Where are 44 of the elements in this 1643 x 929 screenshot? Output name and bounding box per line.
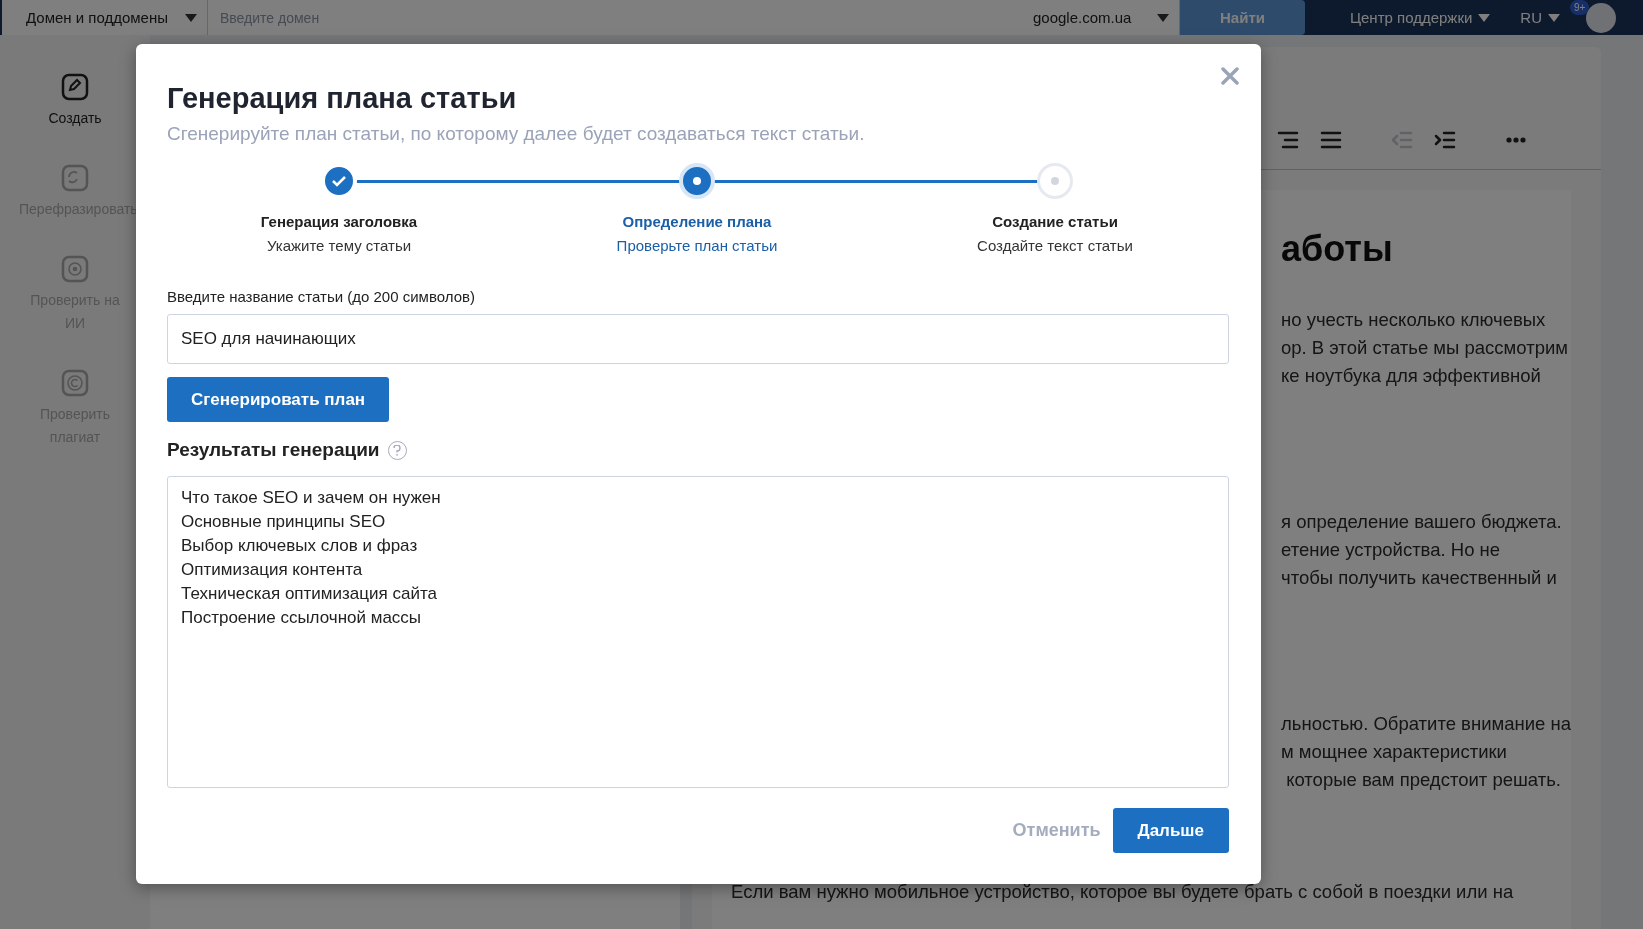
- paragraph-line: Если вам нужно мобильное устройство, которое вы будете брать с собой в поездки или на: [731, 880, 1515, 904]
- step-title: Определение плана: [622, 213, 772, 230]
- paragraph-line: которые вам предстоит решать.: [1285, 768, 1562, 792]
- step-hint: Создайте текст статьи: [977, 237, 1133, 254]
- section-title: Результаты генерации: [167, 439, 380, 461]
- dialog-title: Генерация плана статьи: [167, 82, 518, 115]
- step-hint: Укажите тему статьи: [266, 237, 412, 254]
- step-hint: Проверьте план статьи: [616, 237, 778, 254]
- close-button[interactable]: [1219, 66, 1241, 88]
- paragraph-line: ор. В этой статье мы рассмотрим: [1281, 336, 1569, 360]
- copyright-icon: [61, 369, 89, 397]
- scope-select[interactable]: Домен и поддомены: [2, 0, 208, 35]
- paragraph-line: етение устройства. Но не: [1281, 538, 1502, 562]
- language-menu[interactable]: RU: [1520, 9, 1560, 26]
- notification-badge: 9+: [1570, 0, 1590, 15]
- step-title: Создание статьи: [992, 213, 1118, 230]
- step-title: Генерация заголовка: [260, 213, 418, 230]
- domain-field[interactable]: Введите домен: [208, 0, 1024, 35]
- more-icon: [1506, 137, 1526, 143]
- avatar[interactable]: [1586, 2, 1616, 33]
- caret-icon: [1157, 13, 1169, 22]
- paragraph-line: м мощнее характеристики: [1281, 740, 1508, 764]
- paragraph-line: я определение вашего бюджета.: [1281, 510, 1563, 534]
- caret-icon: [1478, 13, 1491, 22]
- engine-select[interactable]: google.com.ua: [1024, 0, 1180, 35]
- refresh-icon: [61, 164, 89, 192]
- results-field[interactable]: Что такое SEO и зачем он нужен Основные принципы SEO Выбор ключевых слов и фраз Оптимизация контента Техническая оптимизация сайта Построение ссылочной массы: [167, 476, 1229, 788]
- document-heading: аботы: [1281, 227, 1394, 271]
- paragraph-line: льностью. Обратите внимание на: [1281, 712, 1571, 736]
- caret-icon: [185, 13, 197, 22]
- dialog-subtitle: Сгенерируйте план статьи, по которому далее будет создаваться текст статьи.: [167, 123, 866, 145]
- target-icon: [61, 255, 89, 283]
- field-label: Введите название статьи (до 200 символов): [167, 288, 476, 305]
- title-field[interactable]: SEO для начинающих: [167, 314, 1229, 364]
- caret-icon: [1548, 13, 1560, 22]
- paragraph-line: но учесть несколько ключевых: [1281, 308, 1547, 332]
- next-button[interactable]: Дальше: [1112, 808, 1229, 853]
- sidebar-item[interactable]: Создать: [0, 73, 150, 130]
- paragraph-line: ке ноутбука для эффективной: [1281, 364, 1542, 388]
- generate-button[interactable]: Сгенерировать план: [167, 377, 390, 422]
- support-menu[interactable]: Центр поддержки: [1349, 9, 1491, 26]
- check-icon: [331, 173, 347, 189]
- pencil-icon: [61, 73, 89, 101]
- paragraph-line: чтобы получить качественный и: [1281, 566, 1558, 590]
